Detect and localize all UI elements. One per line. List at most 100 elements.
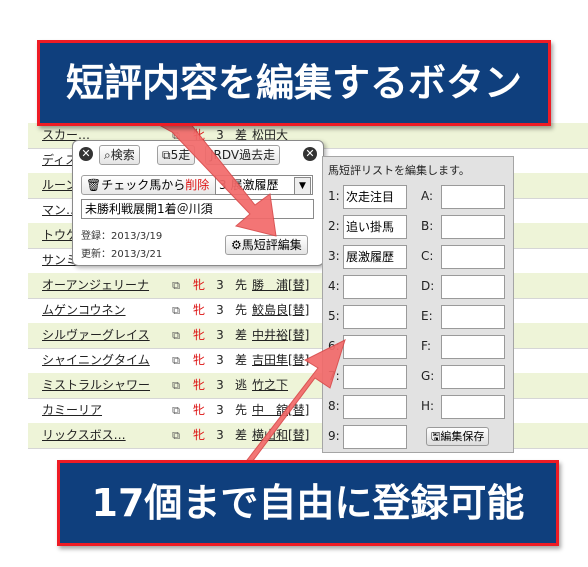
- leg-cell: 差: [234, 428, 247, 442]
- jockey-link[interactable]: 鮫島良[替]: [252, 298, 332, 323]
- horse-name-link[interactable]: シャイニングタイム: [42, 348, 162, 373]
- slot-input[interactable]: [343, 395, 407, 419]
- age-cell: 3: [216, 328, 224, 342]
- sex-cell: 牝: [192, 378, 205, 392]
- slot-input[interactable]: [441, 185, 505, 209]
- sex-cell: 牝: [192, 428, 205, 442]
- age-cell: 3: [216, 403, 224, 417]
- window-icon[interactable]: ⧉: [168, 298, 184, 323]
- trash-icon: 🗑: [86, 178, 102, 192]
- window-icon[interactable]: ⧉: [168, 273, 184, 298]
- horse-name-link[interactable]: オーアンジェリーナ: [42, 273, 162, 298]
- slot-label: H:: [421, 399, 435, 413]
- comment-select[interactable]: 3 展激履歴 ▼: [215, 175, 313, 195]
- sex-cell: 牝: [192, 403, 205, 417]
- five-runs-button[interactable]: ⧉5走: [157, 145, 196, 165]
- age-cell: 3: [216, 303, 224, 317]
- slot-label: B:: [421, 219, 434, 233]
- slot-label: 9:: [328, 429, 340, 443]
- jockey-link[interactable]: 中井裕[替]: [252, 323, 332, 348]
- slot-input[interactable]: [441, 275, 505, 299]
- close-icon[interactable]: ✕: [303, 147, 317, 161]
- updated-date: 更新：2013/3/21: [81, 249, 163, 260]
- jrdv-past-button[interactable]: JRDV過去走: [205, 145, 281, 165]
- slot-input[interactable]: 追い掛馬: [343, 215, 407, 239]
- slot-label: 7:: [328, 369, 340, 383]
- jockey-link[interactable]: 勝 浦[替]: [252, 273, 332, 298]
- horse-name-link[interactable]: カミーリア: [42, 398, 162, 423]
- horse-name-link[interactable]: リックスボス…: [42, 423, 162, 448]
- slot-input[interactable]: [343, 365, 407, 389]
- jrdv-label: JRDV過去走: [210, 148, 276, 162]
- leg-cell: 逃: [234, 378, 247, 392]
- horse-info-popup: ✕ ⌕検索 ⧉5走 JRDV過去走 ✕ 🗑チェック馬から削除 3 展激履歴 ▼ …: [72, 140, 324, 266]
- search-button[interactable]: ⌕検索: [99, 145, 140, 165]
- select-value: 3 展激履歴: [219, 178, 279, 192]
- search-label: 検索: [110, 148, 135, 162]
- window-icon[interactable]: ⧉: [168, 398, 184, 423]
- save-icon: 🖫: [431, 430, 441, 443]
- age-cell: 3: [216, 378, 224, 392]
- slot-label: C:: [421, 249, 434, 263]
- slot-input[interactable]: 次走注目: [343, 185, 407, 209]
- window-icon[interactable]: ⧉: [168, 348, 184, 373]
- leg-cell: 差: [234, 353, 247, 367]
- slot-input[interactable]: [441, 365, 505, 389]
- slot-label: 8:: [328, 399, 340, 413]
- slot-input[interactable]: [441, 305, 505, 329]
- slot-label: E:: [421, 309, 433, 323]
- slot-label: 4:: [328, 279, 340, 293]
- slot-label: 5:: [328, 309, 340, 323]
- leg-cell: 先: [234, 278, 247, 292]
- age-cell: 3: [216, 278, 224, 292]
- search-icon: ⌕: [104, 148, 111, 162]
- slot-label: 2:: [328, 219, 340, 233]
- close-icon[interactable]: ✕: [79, 147, 93, 161]
- delete-label: 削除: [185, 178, 210, 192]
- age-cell: 3: [216, 353, 224, 367]
- sex-cell: 牝: [192, 328, 205, 342]
- sex-cell: 牝: [192, 353, 205, 367]
- edit-label: 馬短評編集: [241, 238, 302, 252]
- slot-label: 6:: [328, 339, 340, 353]
- save-edit-button[interactable]: 🖫編集保存: [426, 427, 490, 446]
- sex-cell: 牝: [192, 278, 205, 292]
- bottom-banner: 17個まで自由に登録可能: [57, 460, 559, 546]
- slot-input[interactable]: [441, 395, 505, 419]
- slot-label: 1:: [328, 189, 340, 203]
- remove-from-check-button[interactable]: 🗑チェック馬から削除: [81, 175, 219, 195]
- slot-input[interactable]: [343, 425, 407, 449]
- slot-input[interactable]: [441, 245, 505, 269]
- slot-input[interactable]: 展激履歴: [343, 245, 407, 269]
- jockey-link[interactable]: 吉田隼[替]: [252, 348, 332, 373]
- horse-name-link[interactable]: ムゲンコウネン: [42, 298, 162, 323]
- window-icon[interactable]: ⧉: [168, 323, 184, 348]
- five-runs-label: 5走: [170, 148, 191, 162]
- edit-comment-button[interactable]: ⚙馬短評編集: [225, 235, 308, 255]
- editor-header: 馬短評リストを編集します。: [328, 164, 470, 177]
- slot-input[interactable]: [343, 305, 407, 329]
- gear-icon: ⚙: [231, 238, 242, 252]
- window-icon[interactable]: ⧉: [168, 423, 184, 448]
- slot-input[interactable]: [441, 215, 505, 239]
- sex-cell: 牝: [192, 303, 205, 317]
- slot-input[interactable]: [441, 335, 505, 359]
- horse-name-link[interactable]: シルヴァーグレイス: [42, 323, 162, 348]
- window-icon[interactable]: ⧉: [168, 373, 184, 398]
- jockey-link[interactable]: 横山和[替]: [252, 423, 332, 448]
- jockey-link[interactable]: 竹之下: [252, 373, 332, 398]
- slot-input[interactable]: [343, 275, 407, 299]
- slot-label: 3:: [328, 249, 340, 263]
- slot-input[interactable]: [343, 335, 407, 359]
- save-label: 編集保存: [440, 430, 485, 443]
- registered-date: 登録：2013/3/19: [81, 231, 163, 242]
- leg-cell: 先: [234, 403, 247, 417]
- jockey-link[interactable]: 中 舘[替]: [252, 398, 332, 423]
- top-banner: 短評内容を編集するボタン: [37, 40, 551, 126]
- comment-text-field[interactable]: 未勝利戦展開1着＠川須: [81, 199, 314, 219]
- comment-list-editor: 馬短評リストを編集します。 🖫編集保存 1: 次走注目 2: 追い掛馬 3: 展激履歴 4:…: [322, 156, 514, 453]
- check-prefix: チェック馬から: [101, 178, 186, 192]
- leg-cell: 差: [234, 328, 247, 342]
- horse-name-link[interactable]: ミストラルシャワー: [42, 373, 162, 398]
- chevron-down-icon[interactable]: ▼: [294, 177, 311, 195]
